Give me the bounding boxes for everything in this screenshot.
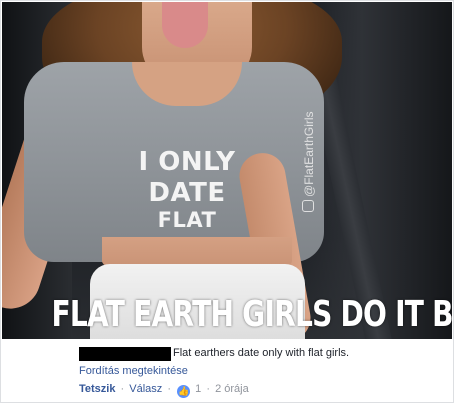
image-caption: FLAT EARTH GIRLS DO IT BETTER (51, 294, 453, 335)
redacted-author-name (79, 347, 171, 361)
reply-link[interactable]: Válasz (129, 383, 162, 395)
tongue (162, 2, 208, 48)
shirt-text-line-1: I ONLY (138, 147, 236, 177)
post-frame: I ONLY DATE FLAT EARTHERS @FlatEarthGirl… (0, 0, 454, 403)
see-translation-link[interactable]: Fordítás megtekintése (79, 365, 188, 377)
separator: · (167, 383, 172, 395)
like-link[interactable]: Tetszik (79, 383, 115, 395)
post-photo[interactable]: I ONLY DATE FLAT EARTHERS @FlatEarthGirl… (2, 2, 452, 339)
watermark: @FlatEarthGirls (302, 111, 316, 212)
shirt-text-line-2: DATE (148, 178, 226, 208)
like-count[interactable]: 1 (195, 383, 201, 395)
comment-text: Flat earthers date only with flat girls. (173, 347, 350, 359)
separator: · (120, 383, 125, 395)
shirt-text-line-3: FLAT EARTHERS (157, 208, 217, 232)
instagram-icon (302, 200, 314, 212)
comment-timestamp[interactable]: 2 órája (215, 383, 249, 395)
thumbs-up-icon[interactable]: 👍 (177, 385, 191, 398)
watermark-text: @FlatEarthGirls (302, 111, 316, 197)
comment-actions: Tetszik · Válasz · 👍 1 · 2 órája (79, 383, 249, 398)
comment: Flat earthers date only with flat girls.… (1, 339, 453, 402)
separator: · (206, 383, 211, 395)
